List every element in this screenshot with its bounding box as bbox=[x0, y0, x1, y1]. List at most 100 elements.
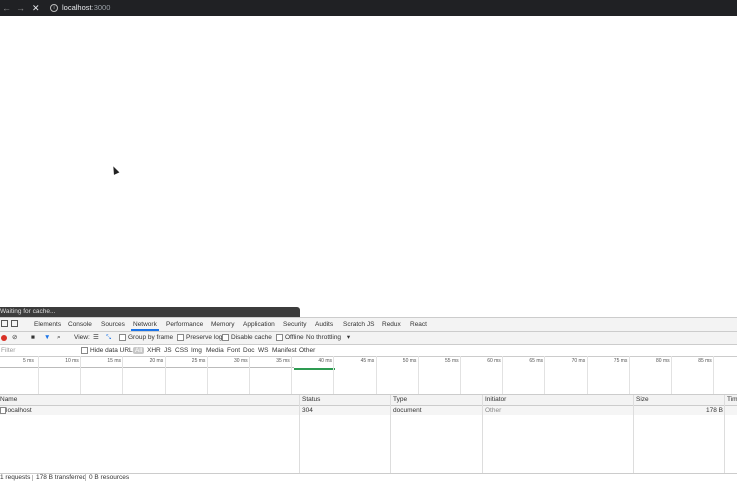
timeline-gridline bbox=[417, 356, 419, 394]
device-toolbar-icon[interactable] bbox=[11, 320, 18, 327]
type-filter-js[interactable]: JS bbox=[164, 345, 172, 356]
tab-react[interactable]: React bbox=[410, 318, 427, 331]
tab-console[interactable]: Console bbox=[68, 318, 92, 331]
screenshot-icon[interactable]: ■ bbox=[31, 332, 35, 344]
timeline-tick-label: 10 ms bbox=[65, 358, 79, 364]
mouse-cursor-icon bbox=[110, 165, 120, 175]
column-divider bbox=[482, 395, 483, 473]
timeline-tick-label: 50 ms bbox=[402, 358, 417, 364]
waterfall-icon[interactable]: ⤡ bbox=[106, 332, 111, 344]
type-filter-other[interactable]: Other bbox=[299, 345, 315, 356]
info-icon[interactable]: i bbox=[50, 4, 58, 13]
type-filter-css[interactable]: CSS bbox=[175, 345, 188, 356]
timeline-gridline bbox=[122, 356, 124, 394]
network-toolbar: ⊘ ■ ▼ ⌕ View: ☰ ⤡ Group by frame Preserv… bbox=[0, 332, 737, 345]
column-size[interactable]: Size bbox=[636, 395, 649, 405]
request-initiator: Other bbox=[485, 407, 502, 414]
tab-security[interactable]: Security bbox=[283, 318, 306, 331]
chevron-down-icon: ▾ bbox=[346, 334, 351, 341]
transferred-size: 178 B transferred bbox=[36, 474, 87, 481]
request-name[interactable]: localhost bbox=[6, 406, 32, 415]
tab-performance[interactable]: Performance bbox=[166, 318, 203, 331]
type-filter-xhr[interactable]: XHR bbox=[147, 345, 161, 356]
tab-sources[interactable]: Sources bbox=[101, 318, 125, 331]
column-divider bbox=[390, 395, 391, 473]
column-name[interactable]: Name bbox=[0, 395, 17, 405]
view-label: View: bbox=[74, 334, 90, 341]
type-filter-manifest[interactable]: Manifest bbox=[272, 345, 297, 356]
tab-audits[interactable]: Audits bbox=[315, 318, 333, 331]
timeline-tick-label: 60 ms bbox=[487, 358, 501, 364]
divider bbox=[32, 475, 33, 481]
column-status[interactable]: Status bbox=[302, 395, 320, 405]
offline-checkbox[interactable]: Offline bbox=[276, 332, 304, 344]
timeline-gridline bbox=[375, 356, 377, 394]
request-status: 304 bbox=[302, 407, 313, 414]
tab-application[interactable]: Application bbox=[243, 318, 275, 331]
group-by-frame-checkbox[interactable]: Group by frame bbox=[119, 332, 173, 344]
timeline-tick-label: 20 ms bbox=[149, 358, 164, 364]
browser-toolbar: ← → ✕ i localhost:3000 bbox=[0, 0, 737, 16]
throttling-select[interactable]: No throttling ▾ bbox=[306, 332, 350, 344]
url-host: localhost bbox=[62, 3, 92, 12]
tab-redux[interactable]: Redux bbox=[382, 318, 401, 331]
timeline-tick-label: 55 ms bbox=[445, 358, 459, 364]
timeline-tick-label: 80 ms bbox=[656, 358, 670, 364]
filter-icon[interactable]: ▼ bbox=[44, 332, 50, 344]
loading-status-text: Waiting for cache... bbox=[0, 308, 56, 315]
clear-icon[interactable]: ⊘ bbox=[12, 332, 17, 344]
loading-status-bar: Waiting for cache... bbox=[0, 307, 300, 317]
timeline-gridline bbox=[333, 356, 335, 394]
timeline-tick-label: 85 ms bbox=[698, 358, 712, 364]
stop-loading-button[interactable]: ✕ bbox=[32, 0, 40, 16]
timeline-tick-label: 75 ms bbox=[613, 358, 628, 364]
timeline-gridline bbox=[249, 356, 250, 394]
timeline-gridline bbox=[628, 356, 630, 394]
network-overview-timeline[interactable]: 5 ms 10 ms 15 ms 20 ms 25 ms 30 ms 35 ms 40 ms 4… bbox=[0, 356, 737, 395]
record-icon[interactable] bbox=[1, 335, 7, 341]
type-filter-ws[interactable]: WS bbox=[258, 345, 268, 356]
timeline-gridline bbox=[671, 356, 672, 394]
filter-input[interactable]: Filter bbox=[1, 345, 15, 356]
timeline-gridline bbox=[38, 356, 39, 394]
timeline-tick-label: 30 ms bbox=[234, 358, 248, 364]
tab-scratch-js[interactable]: Scratch JS bbox=[343, 318, 374, 331]
column-type[interactable]: Type bbox=[393, 395, 407, 405]
address-bar[interactable]: i localhost:3000 bbox=[50, 0, 110, 16]
inspect-element-icon[interactable] bbox=[1, 320, 8, 327]
devtools-panel: Elements Console Sources Network Perform… bbox=[0, 317, 737, 482]
type-filter-media[interactable]: Media bbox=[206, 345, 224, 356]
requests-table-header: Name Status Type Initiator Size Time bbox=[0, 395, 737, 406]
preserve-log-checkbox[interactable]: Preserve log bbox=[177, 332, 223, 344]
disable-cache-checkbox[interactable]: Disable cache bbox=[222, 332, 272, 344]
network-summary-bar: 1 requests 178 B transferred 0 B resourc… bbox=[0, 473, 737, 482]
large-rows-icon[interactable]: ☰ bbox=[93, 332, 99, 344]
tab-memory[interactable]: Memory bbox=[211, 318, 234, 331]
table-row[interactable]: localhost 304 document Other 178 B bbox=[0, 406, 737, 415]
type-filter-all[interactable]: All bbox=[133, 347, 145, 354]
search-icon[interactable]: ⌕ bbox=[57, 332, 61, 344]
timeline-tick-label: 40 ms bbox=[318, 358, 333, 364]
timeline-tick-label: 35 ms bbox=[276, 358, 290, 364]
timeline-gridline bbox=[164, 356, 166, 394]
column-divider bbox=[299, 395, 300, 473]
type-filter-doc[interactable]: Doc bbox=[243, 345, 255, 356]
timeline-response-bar bbox=[294, 368, 335, 370]
timeline-gridline bbox=[206, 356, 208, 394]
tab-network[interactable]: Network bbox=[131, 318, 159, 331]
column-time[interactable]: Time bbox=[727, 395, 737, 405]
timeline-gridline bbox=[586, 356, 588, 394]
url-port: :3000 bbox=[91, 3, 111, 12]
back-button[interactable]: ← bbox=[2, 0, 11, 16]
column-initiator[interactable]: Initiator bbox=[485, 395, 506, 405]
type-filter-img[interactable]: Img bbox=[191, 345, 202, 356]
forward-button[interactable]: → bbox=[16, 0, 25, 16]
column-divider bbox=[633, 395, 634, 473]
timeline-tick-label: 25 ms bbox=[191, 358, 206, 364]
hide-data-urls-checkbox[interactable]: Hide data URLs bbox=[81, 345, 136, 356]
timeline-gridline bbox=[80, 356, 82, 394]
tab-elements[interactable]: Elements bbox=[34, 318, 61, 331]
timeline-tick-label: 15 ms bbox=[107, 358, 122, 364]
type-filter-font[interactable]: Font bbox=[227, 345, 240, 356]
column-divider bbox=[724, 395, 725, 473]
